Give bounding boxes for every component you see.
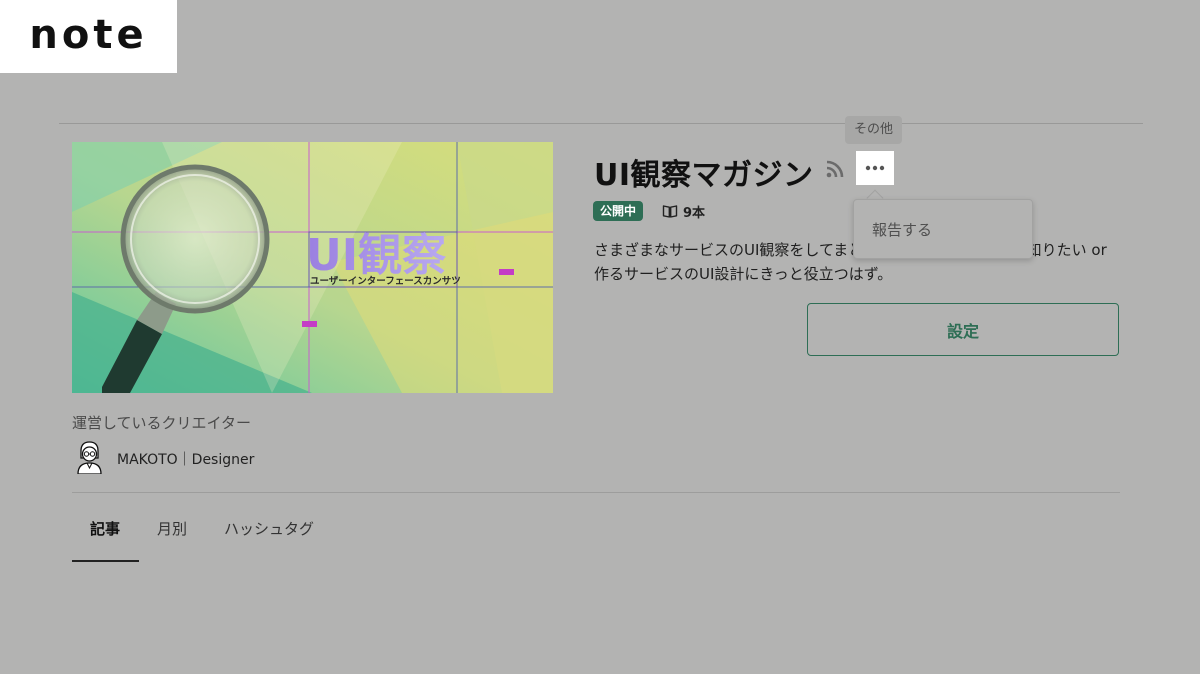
thumbnail-subtitle: ユーザーインターフェースカンサツ xyxy=(310,275,461,287)
article-count: 9本 xyxy=(683,206,706,221)
magazine-thumbnail: UI観察 ユーザーインターフェースカンサツ xyxy=(72,142,553,393)
more-options-button[interactable] xyxy=(856,151,894,185)
note-logo[interactable]: note xyxy=(0,0,177,73)
rss-icon[interactable] xyxy=(825,159,845,179)
more-tooltip: その他 xyxy=(845,116,903,144)
magazine-title: UI観察マガジン xyxy=(594,158,814,193)
creator-name[interactable]: MAKOTO｜Designer xyxy=(117,449,254,469)
ellipsis-icon xyxy=(865,165,885,171)
avatar[interactable] xyxy=(75,440,104,474)
active-tab-indicator xyxy=(72,560,139,562)
logo-text: note xyxy=(29,11,148,58)
report-menu-item[interactable]: 報告する xyxy=(872,219,932,240)
status-badge: 公開中 xyxy=(593,201,644,221)
tab-monthly[interactable]: 月別 xyxy=(157,518,187,539)
thumbnail-title: UI観察 xyxy=(306,230,446,281)
creators-label: 運営しているクリエイター xyxy=(72,414,251,432)
tab-articles[interactable]: 記事 xyxy=(90,518,120,539)
settings-button[interactable]: 設定 xyxy=(807,303,1119,356)
more-dropdown: 報告する xyxy=(853,199,1033,259)
tab-hashtags[interactable]: ハッシュタグ xyxy=(224,518,314,539)
tabs-divider xyxy=(72,492,1120,493)
book-icon xyxy=(662,205,678,218)
header-divider xyxy=(59,123,1143,124)
